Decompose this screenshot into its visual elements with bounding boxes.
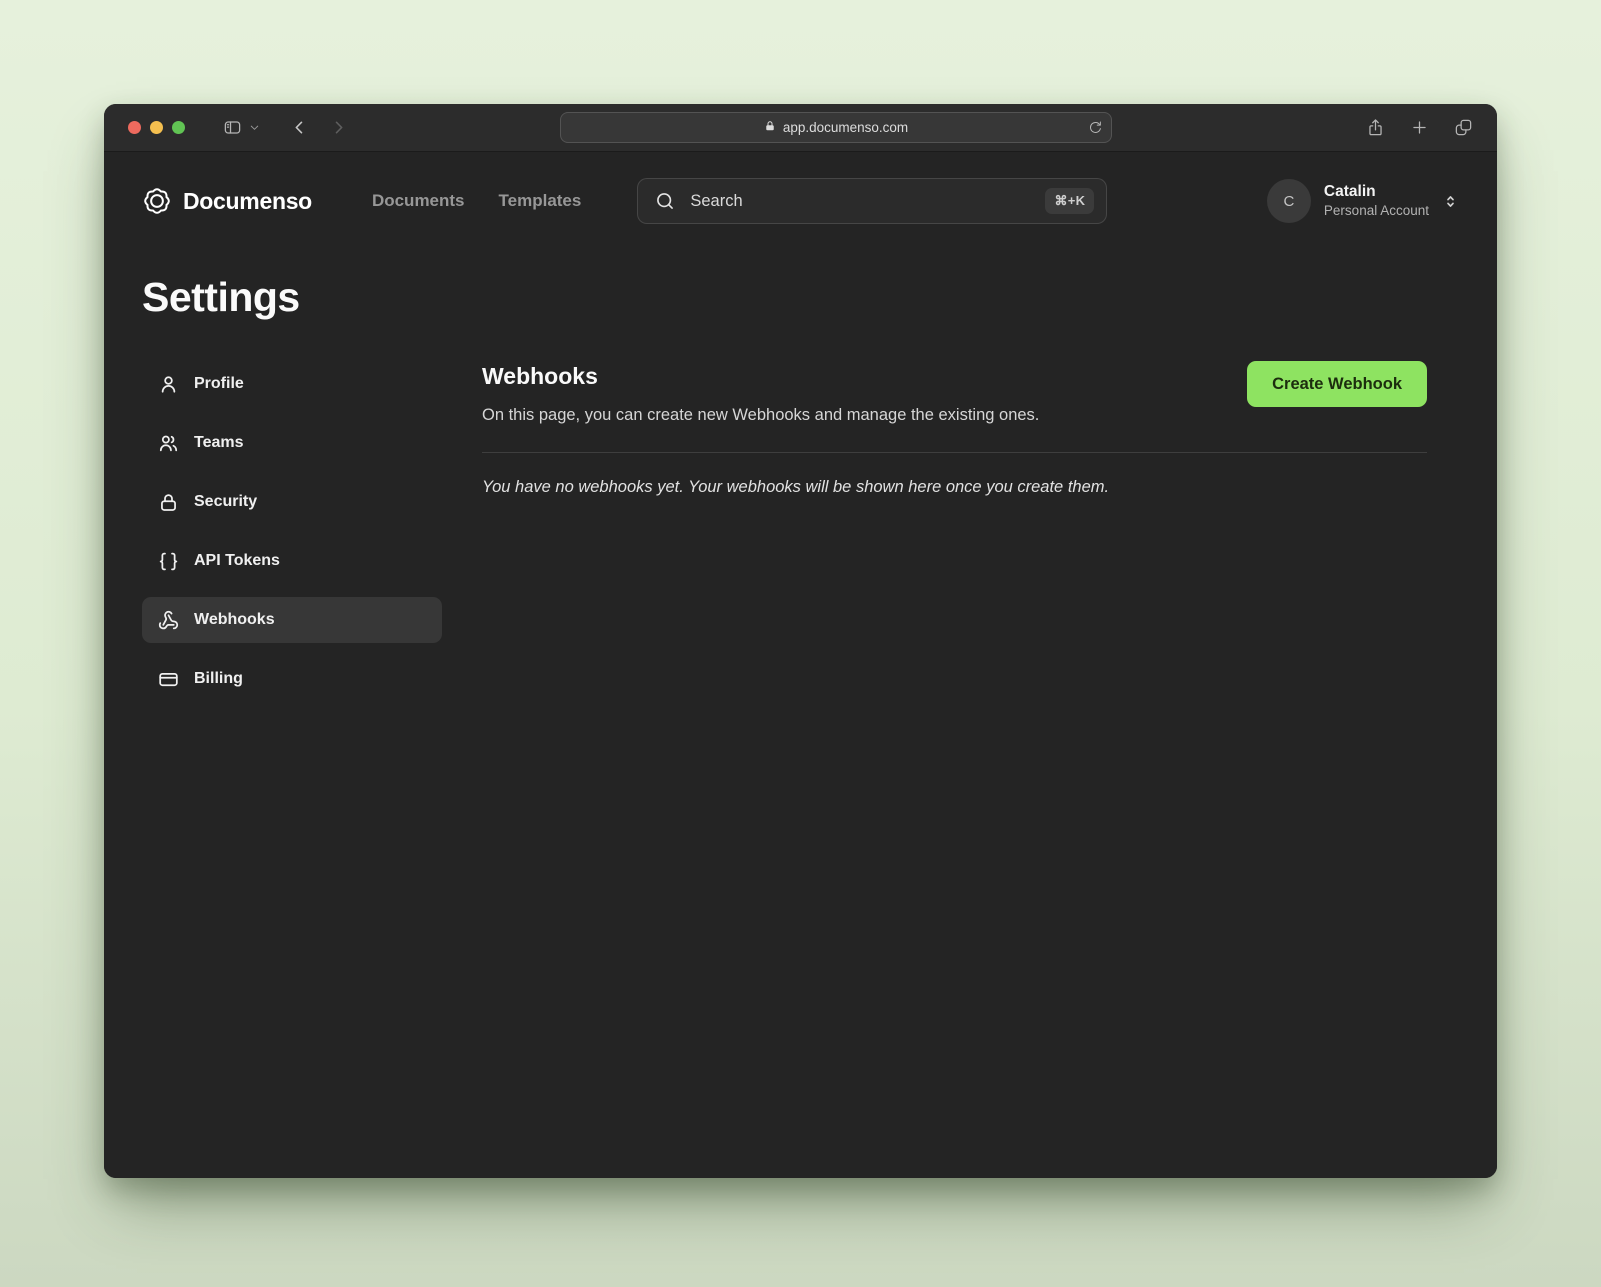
search-shortcut-badge: ⌘+K [1045,188,1094,214]
browser-toolbar: app.documenso.com [104,104,1497,152]
account-text: Catalin Personal Account [1324,182,1429,220]
browser-window: app.documenso.com [104,104,1497,1178]
empty-state-text: You have no webhooks yet. Your webhooks … [482,478,1427,497]
search-icon [655,191,675,211]
sidebar-item-api-tokens[interactable]: API Tokens [142,538,442,584]
credit-card-icon [158,669,179,690]
primary-nav: Documents Templates [372,191,581,211]
webhook-icon [158,610,179,631]
forward-button[interactable] [329,118,348,137]
lock-icon [764,120,776,135]
page-title: Settings [142,274,1459,321]
sidebar-item-label: API Tokens [194,552,280,570]
sidebar-item-security[interactable]: Security [142,479,442,525]
address-bar[interactable]: app.documenso.com [560,112,1112,143]
zoom-window-button[interactable] [172,121,185,134]
users-icon [158,433,179,454]
sidebar-item-webhooks[interactable]: Webhooks [142,597,442,643]
webhooks-heading-group: Webhooks On this page, you can create ne… [482,361,1039,425]
sidebar-item-label: Teams [194,434,244,452]
documenso-logo-icon [142,186,172,216]
avatar: C [1267,179,1311,223]
app-header: Documenso Documents Templates ⌘+K C [142,152,1459,224]
lock-icon [158,492,179,513]
user-icon [158,374,179,395]
close-window-button[interactable] [128,121,141,134]
account-name: Catalin [1324,182,1429,202]
tab-overview-icon[interactable] [1454,118,1473,137]
sidebar-item-teams[interactable]: Teams [142,420,442,466]
sidebar-toggle-icon[interactable] [223,118,242,137]
webhooks-panel: Webhooks On this page, you can create ne… [482,361,1427,702]
url-text: app.documenso.com [783,120,908,135]
brand-logo[interactable]: Documenso [142,186,312,216]
sidebar-item-profile[interactable]: Profile [142,361,442,407]
toolbar-right-actions [1366,118,1473,137]
section-divider [482,452,1427,453]
chevrons-up-down-icon [1442,193,1459,210]
settings-sidebar: Profile Teams Security [142,361,442,702]
desktop-background: app.documenso.com [0,0,1601,1287]
window-controls [128,121,185,134]
webhooks-panel-header: Webhooks On this page, you can create ne… [482,361,1427,425]
sidebar-item-label: Security [194,493,257,511]
section-description: On this page, you can create new Webhook… [482,406,1039,425]
share-icon[interactable] [1366,118,1385,137]
section-heading: Webhooks [482,363,1039,390]
app-content: Documenso Documents Templates ⌘+K C [104,152,1497,1178]
create-webhook-button[interactable]: Create Webhook [1247,361,1427,407]
settings-layout: Profile Teams Security [142,361,1459,702]
minimize-window-button[interactable] [150,121,163,134]
sidebar-item-label: Profile [194,375,244,393]
sidebar-item-label: Webhooks [194,611,275,629]
search-bar[interactable]: ⌘+K [637,178,1107,224]
nav-item-documents[interactable]: Documents [372,191,465,211]
sidebar-item-billing[interactable]: Billing [142,656,442,702]
account-menu[interactable]: C Catalin Personal Account [1267,179,1459,223]
reload-icon[interactable] [1088,120,1103,135]
back-button[interactable] [290,118,309,137]
search-input[interactable] [688,191,1032,212]
chevron-down-icon[interactable] [249,122,260,133]
nav-item-templates[interactable]: Templates [499,191,582,211]
sidebar-item-label: Billing [194,670,243,688]
brand-name: Documenso [183,188,312,215]
braces-icon [158,551,179,572]
account-subtitle: Personal Account [1324,202,1429,220]
new-tab-icon[interactable] [1410,118,1429,137]
